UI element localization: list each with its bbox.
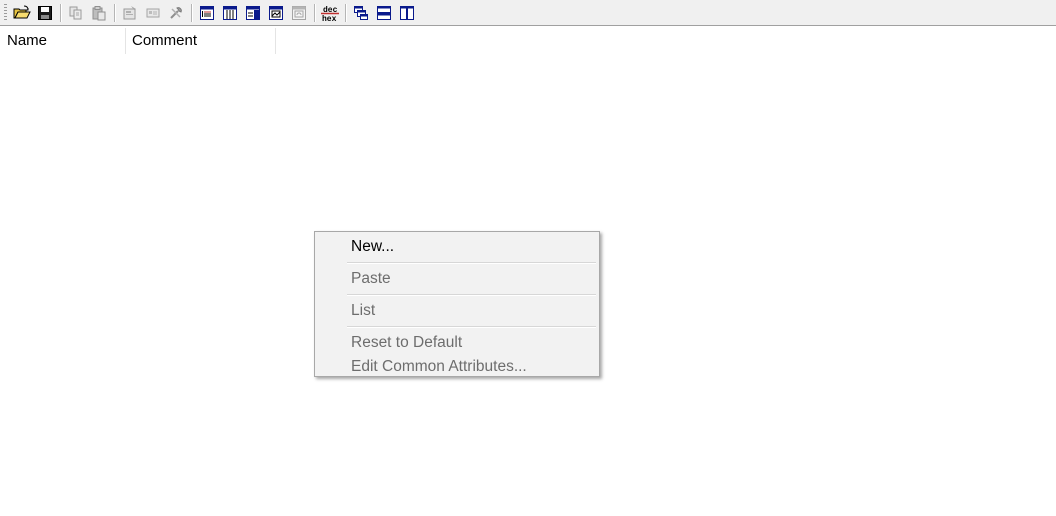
disabled-view-icon[interactable]	[288, 2, 310, 24]
tile-vertical-icon[interactable]	[396, 2, 418, 24]
save-icon[interactable]	[34, 2, 56, 24]
menu-item-list[interactable]: List	[315, 299, 599, 323]
menu-item-paste[interactable]: Paste	[315, 267, 599, 291]
menu-item-new[interactable]: New...	[315, 235, 599, 259]
open-folder-icon[interactable]	[11, 2, 33, 24]
tile-horizontal-icon[interactable]	[373, 2, 395, 24]
cascade-windows-icon[interactable]	[350, 2, 372, 24]
toolbar-separator	[114, 3, 116, 22]
properties-icon[interactable]	[119, 2, 141, 24]
copy-icon[interactable]	[65, 2, 87, 24]
split-view-icon[interactable]	[242, 2, 264, 24]
column-header-name[interactable]: Name	[0, 28, 126, 54]
toolbar-separator	[60, 3, 62, 22]
details-view-icon[interactable]	[196, 2, 218, 24]
toolbar-grip[interactable]	[4, 3, 7, 22]
hex-label: hex	[322, 15, 337, 23]
toolbar-separator	[314, 3, 316, 22]
paste-icon[interactable]	[88, 2, 110, 24]
tools-icon[interactable]	[165, 2, 187, 24]
menu-item-reset-to-default[interactable]: Reset to Default	[315, 331, 599, 355]
toolbar-separator	[191, 3, 193, 22]
column-header-comment[interactable]: Comment	[126, 28, 276, 54]
image-view-icon[interactable]	[265, 2, 287, 24]
list-header: Name Comment	[0, 28, 276, 54]
card-icon[interactable]	[142, 2, 164, 24]
menu-separator	[347, 326, 596, 328]
toolbar-separator	[345, 3, 347, 22]
menu-item-edit-common-attributes[interactable]: Edit Common Attributes...	[315, 355, 599, 379]
app-window: dec hex Name Comment New... Paste List R…	[0, 0, 1056, 516]
menu-separator	[347, 294, 596, 296]
columns-view-icon[interactable]	[219, 2, 241, 24]
dec-hex-icon[interactable]: dec hex	[319, 2, 341, 24]
context-menu: New... Paste List Reset to Default Edit …	[314, 231, 600, 377]
menu-separator	[347, 262, 596, 264]
toolbar: dec hex	[0, 0, 1056, 26]
